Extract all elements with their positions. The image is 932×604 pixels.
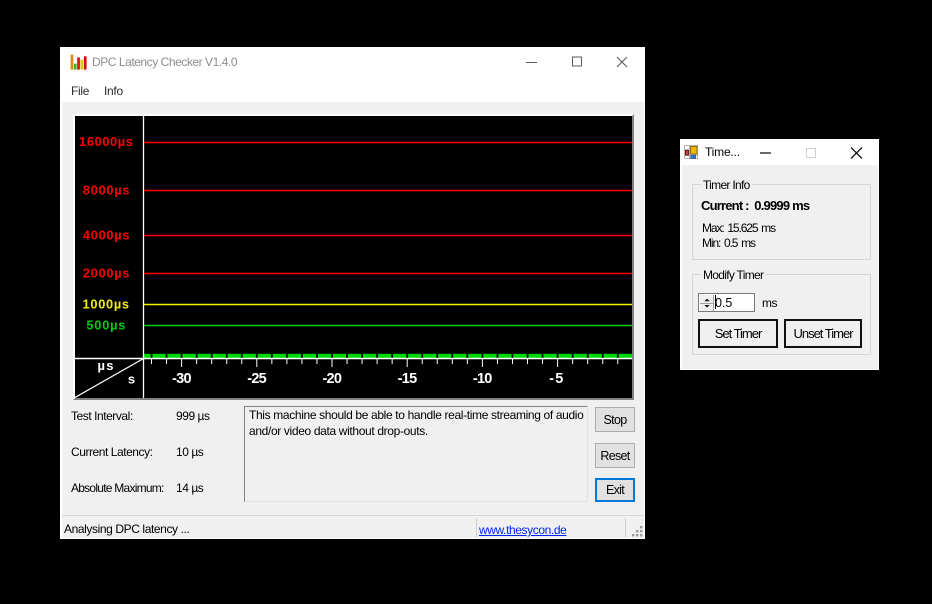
svg-text:µs: µs <box>98 358 114 373</box>
svg-text:4000µs: 4000µs <box>83 228 130 243</box>
svg-text:s: s <box>128 372 135 387</box>
svg-text:8000µs: 8000µs <box>83 183 130 198</box>
svg-text:-25: -25 <box>247 371 267 387</box>
svg-text:-15: -15 <box>398 371 418 387</box>
svg-text:1000µs: 1000µs <box>83 297 130 312</box>
svg-text:500µs: 500µs <box>86 318 125 333</box>
svg-text:16000µs: 16000µs <box>79 134 133 149</box>
svg-text:-20: -20 <box>322 371 342 387</box>
svg-text:-30: -30 <box>172 371 192 387</box>
svg-text:-10: -10 <box>473 371 493 387</box>
svg-text:2000µs: 2000µs <box>83 266 130 281</box>
svg-text:-5: -5 <box>549 371 563 387</box>
